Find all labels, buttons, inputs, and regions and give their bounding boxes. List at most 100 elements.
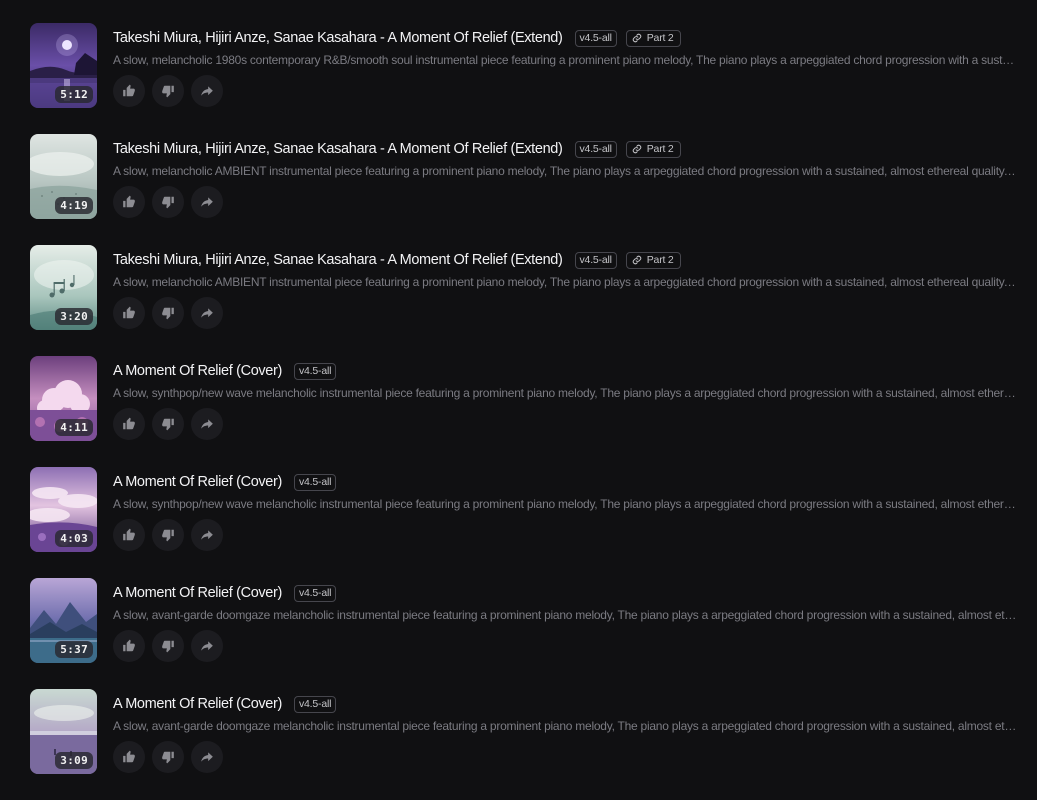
track-actions (113, 741, 223, 773)
track-actions (113, 297, 223, 329)
thumbs-up-icon (122, 195, 136, 209)
duration-badge: 5:12 (55, 86, 93, 103)
title-line: A Moment Of Relief (Cover) v4.5-all (113, 470, 337, 494)
duration-badge: 4:19 (55, 197, 93, 214)
duration-badge: 5:37 (55, 641, 93, 658)
cover-art[interactable]: 3:09 (30, 689, 97, 774)
share-button[interactable] (191, 408, 223, 440)
track-description: A slow, melancholic 1980s contemporary R… (113, 53, 1018, 67)
version-badge: v4.5-all (293, 695, 337, 713)
share-button[interactable] (191, 297, 223, 329)
thumbs-down-icon (161, 417, 175, 431)
dislike-button[interactable] (152, 519, 184, 551)
share-icon (200, 750, 214, 764)
title-line: A Moment Of Relief (Cover) v4.5-all (113, 692, 337, 716)
track-row[interactable]: 4:03 A Moment Of Relief (Cover) v4.5-all… (0, 467, 1037, 578)
thumbs-down-icon (161, 306, 175, 320)
track-title[interactable]: A Moment Of Relief (Cover) (113, 585, 282, 601)
cover-art[interactable]: 4:19 (30, 134, 97, 219)
track-description: A slow, melancholic AMBIENT instrumental… (113, 275, 1018, 289)
cover-art[interactable]: 5:37 (30, 578, 97, 663)
duration-badge: 4:11 (55, 419, 93, 436)
track-title[interactable]: Takeshi Miura, Hijiri Anze, Sanae Kasaha… (113, 141, 563, 157)
dislike-button[interactable] (152, 297, 184, 329)
like-button[interactable] (113, 297, 145, 329)
track-title[interactable]: Takeshi Miura, Hijiri Anze, Sanae Kasaha… (113, 252, 563, 268)
cover-art[interactable]: 4:03 (30, 467, 97, 552)
share-icon (200, 195, 214, 209)
title-line: Takeshi Miura, Hijiri Anze, Sanae Kasaha… (113, 26, 681, 50)
track-row[interactable]: 4:19 Takeshi Miura, Hijiri Anze, Sanae K… (0, 134, 1037, 245)
like-button[interactable] (113, 186, 145, 218)
version-badge: v4.5-all (574, 29, 617, 47)
share-icon (200, 417, 214, 431)
track-title[interactable]: Takeshi Miura, Hijiri Anze, Sanae Kasaha… (113, 30, 563, 46)
share-button[interactable] (191, 630, 223, 662)
like-button[interactable] (113, 630, 145, 662)
thumbs-down-icon (161, 639, 175, 653)
dislike-button[interactable] (152, 186, 184, 218)
part-badge[interactable]: Part 2 (625, 29, 681, 47)
title-line: A Moment Of Relief (Cover) v4.5-all (113, 581, 337, 605)
track-row[interactable]: 3:09 A Moment Of Relief (Cover) v4.5-all… (0, 689, 1037, 800)
dislike-button[interactable] (152, 75, 184, 107)
track-list: 5:12 Takeshi Miura, Hijiri Anze, Sanae K… (0, 0, 1037, 788)
version-badge: v4.5-all (293, 584, 337, 602)
part-label: Part 2 (646, 254, 674, 266)
thumbs-up-icon (122, 528, 136, 542)
title-line: Takeshi Miura, Hijiri Anze, Sanae Kasaha… (113, 248, 681, 272)
track-description: A slow, avant-garde doomgaze melancholic… (113, 608, 1018, 622)
duration-badge: 4:03 (55, 530, 93, 547)
like-button[interactable] (113, 519, 145, 551)
duration-badge: 3:20 (55, 308, 93, 325)
track-row[interactable]: 5:12 Takeshi Miura, Hijiri Anze, Sanae K… (0, 23, 1037, 134)
title-line: A Moment Of Relief (Cover) v4.5-all (113, 359, 337, 383)
track-description: A slow, synthpop/new wave melancholic in… (113, 497, 1018, 511)
share-button[interactable] (191, 741, 223, 773)
part-badge[interactable]: Part 2 (625, 140, 681, 158)
thumbs-up-icon (122, 84, 136, 98)
dislike-button[interactable] (152, 408, 184, 440)
thumbs-up-icon (122, 639, 136, 653)
track-title[interactable]: A Moment Of Relief (Cover) (113, 696, 282, 712)
track-actions (113, 408, 223, 440)
track-actions (113, 75, 223, 107)
share-icon (200, 84, 214, 98)
version-badge: v4.5-all (293, 473, 337, 491)
like-button[interactable] (113, 408, 145, 440)
thumbs-up-icon (122, 750, 136, 764)
version-badge: v4.5-all (293, 362, 337, 380)
share-button[interactable] (191, 75, 223, 107)
share-button[interactable] (191, 186, 223, 218)
track-title[interactable]: A Moment Of Relief (Cover) (113, 474, 282, 490)
track-row[interactable]: 4:11 A Moment Of Relief (Cover) v4.5-all… (0, 356, 1037, 467)
track-actions (113, 630, 223, 662)
dislike-button[interactable] (152, 630, 184, 662)
track-row[interactable]: 5:37 A Moment Of Relief (Cover) v4.5-all… (0, 578, 1037, 689)
cover-art[interactable]: 4:11 (30, 356, 97, 441)
part-badge[interactable]: Part 2 (625, 251, 681, 269)
like-button[interactable] (113, 75, 145, 107)
part-label: Part 2 (646, 32, 674, 44)
track-title[interactable]: A Moment Of Relief (Cover) (113, 363, 282, 379)
track-actions (113, 186, 223, 218)
thumbs-down-icon (161, 195, 175, 209)
track-actions (113, 519, 223, 551)
link-icon (632, 255, 647, 265)
share-icon (200, 528, 214, 542)
cover-art[interactable]: 5:12 (30, 23, 97, 108)
part-label: Part 2 (646, 143, 674, 155)
dislike-button[interactable] (152, 741, 184, 773)
track-row[interactable]: 3:20 Takeshi Miura, Hijiri Anze, Sanae K… (0, 245, 1037, 356)
version-badge: v4.5-all (574, 140, 617, 158)
share-button[interactable] (191, 519, 223, 551)
title-line: Takeshi Miura, Hijiri Anze, Sanae Kasaha… (113, 137, 681, 161)
thumbs-up-icon (122, 417, 136, 431)
track-description: A slow, synthpop/new wave melancholic in… (113, 386, 1018, 400)
track-description: A slow, melancholic AMBIENT instrumental… (113, 164, 1018, 178)
duration-badge: 3:09 (55, 752, 93, 769)
cover-art[interactable]: 3:20 (30, 245, 97, 330)
like-button[interactable] (113, 741, 145, 773)
thumbs-down-icon (161, 528, 175, 542)
link-icon (632, 33, 647, 43)
